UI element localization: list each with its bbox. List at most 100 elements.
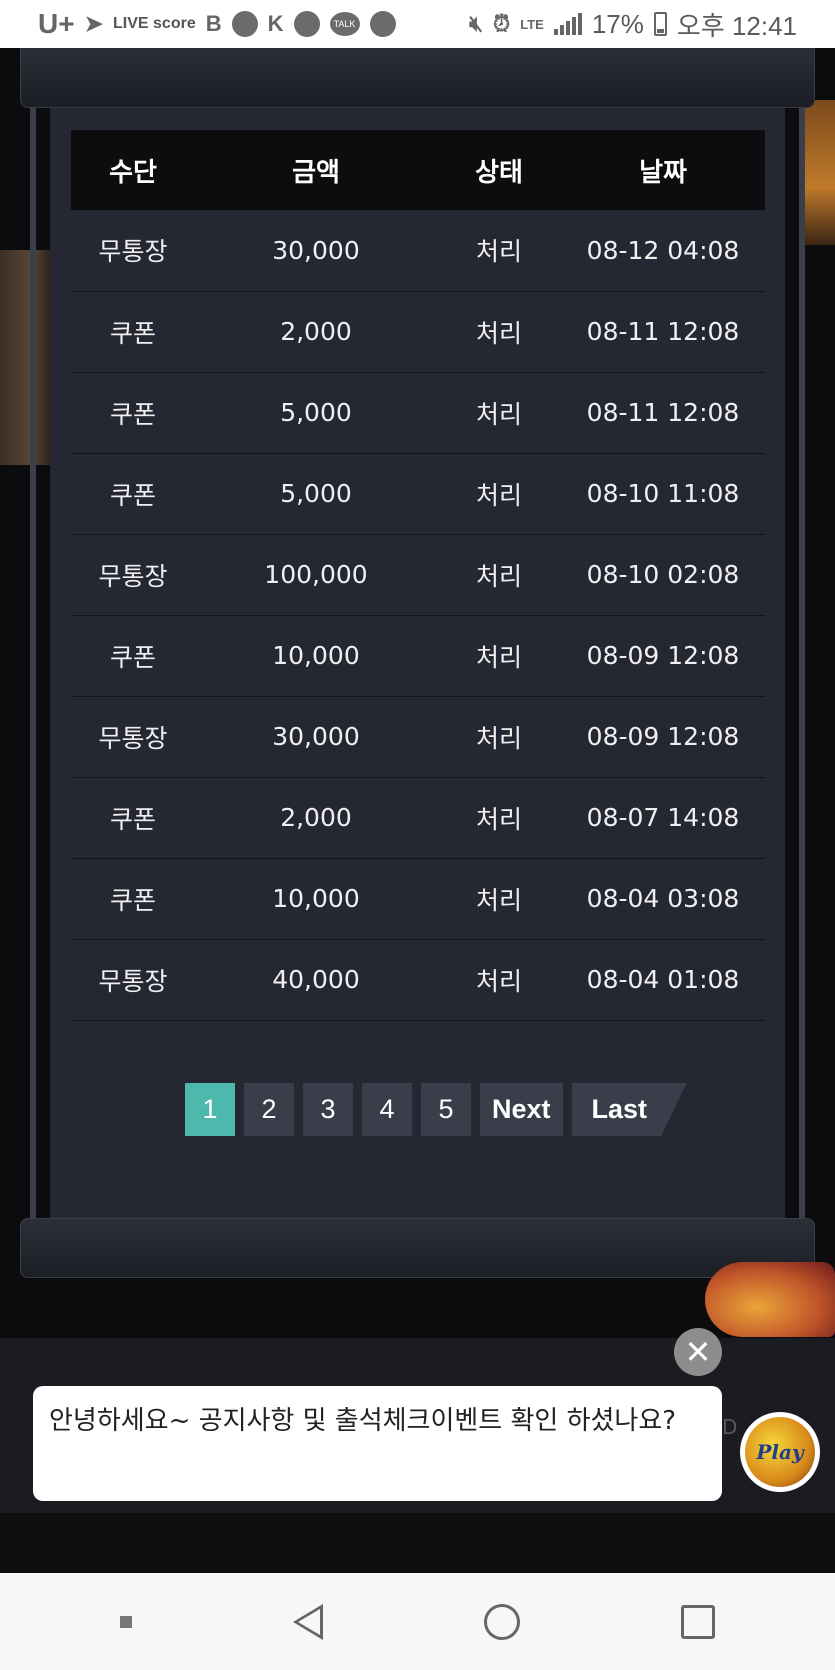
cell-status: 처리: [437, 210, 561, 292]
back-icon[interactable]: [293, 1603, 324, 1640]
cell-amount: 100,000: [195, 534, 437, 616]
lte-icon: LTE: [520, 16, 544, 32]
transaction-table: 수단 금액 상태 날짜 무통장 30,000 처리 08-12 04:08 쿠폰…: [71, 130, 765, 1021]
carrier-label: U+: [38, 8, 75, 39]
background-character-art: [0, 250, 52, 465]
battery-icon: [653, 12, 667, 36]
cell-status: 처리: [437, 372, 561, 454]
cell-amount: 30,000: [195, 696, 437, 778]
talk-icon: TALK: [329, 12, 360, 36]
cell-method: 쿠폰: [71, 453, 195, 535]
scroll-rail-right: [799, 108, 805, 1218]
cell-date: 08-10 11:08: [561, 453, 765, 535]
scroll-rail-left: [30, 108, 36, 1218]
cell-method: 쿠폰: [71, 777, 195, 859]
table-row: 쿠폰 2,000 처리 08-11 12:08: [71, 291, 765, 373]
page-button-5[interactable]: 5: [421, 1083, 471, 1136]
chat-message-bubble[interactable]: 안녕하세요~ 공지사항 및 출석체크이벤트 확인 하셨나요?: [33, 1386, 722, 1501]
table-row: 쿠폰 5,000 처리 08-10 11:08: [71, 453, 765, 535]
cell-date: 08-04 03:08: [561, 858, 765, 940]
mr-play-logo: Play: [745, 1417, 815, 1487]
table-row: 무통장 30,000 처리 08-09 12:08: [71, 696, 765, 778]
cell-date: 08-11 12:08: [561, 372, 765, 454]
page-button-1[interactable]: 1: [185, 1083, 235, 1136]
b-app-icon: B: [205, 11, 222, 36]
cell-amount: 2,000: [195, 777, 437, 859]
cell-date: 08-09 12:08: [561, 615, 765, 697]
obscured-text: D: [722, 1415, 738, 1439]
cell-amount: 5,000: [195, 372, 437, 454]
cell-status: 처리: [437, 858, 561, 940]
live-score-icon: LIVE score: [113, 15, 196, 32]
k-app-icon: K: [267, 11, 284, 36]
cell-amount: 10,000: [195, 615, 437, 697]
next-page-button[interactable]: Next: [480, 1083, 563, 1136]
table-row: 무통장 40,000 처리 08-04 01:08: [71, 939, 765, 1021]
cell-status: 처리: [437, 291, 561, 373]
history-panel: 수단 금액 상태 날짜 무통장 30,000 처리 08-12 04:08 쿠폰…: [50, 108, 785, 1218]
table-row: 쿠폰 10,000 처리 08-04 03:08: [71, 858, 765, 940]
column-header-amount: 금액: [195, 130, 437, 210]
cell-date: 08-12 04:08: [561, 210, 765, 292]
cell-method: 쿠폰: [71, 858, 195, 940]
home-icon[interactable]: [483, 1603, 520, 1640]
cell-amount: 40,000: [195, 939, 437, 1021]
telegram-icon: ➤: [84, 11, 104, 36]
sports-ball-icon: [231, 11, 258, 37]
mute-icon: 🔇︎: [469, 11, 484, 36]
cell-date: 08-04 01:08: [561, 939, 765, 1021]
chat-avatar-button[interactable]: Play: [740, 1412, 820, 1492]
last-page-button[interactable]: Last: [571, 1083, 687, 1136]
table-row: 쿠폰 5,000 처리 08-11 12:08: [71, 372, 765, 454]
cell-status: 처리: [437, 534, 561, 616]
column-header-method: 수단: [71, 130, 195, 210]
page-button-2[interactable]: 2: [244, 1083, 294, 1136]
status-bar: U+ ➤ LIVE score B K TALK 🔇︎ ⏰︎ LTE 17% 오…: [0, 0, 835, 48]
cell-date: 08-07 14:08: [561, 777, 765, 859]
scroll-roll-bottom: [20, 1218, 815, 1278]
cell-method: 무통장: [71, 939, 195, 1021]
status-bar-left: U+ ➤ LIVE score B K TALK: [38, 8, 396, 40]
nav-indicator-icon[interactable]: [120, 1615, 133, 1628]
chat-app-icon: [369, 11, 396, 37]
close-chat-button[interactable]: ✕: [674, 1328, 722, 1376]
scroll-roll-top: [20, 48, 815, 108]
table-row: 쿠폰 10,000 처리 08-09 12:08: [71, 615, 765, 697]
system-nav-bar: [0, 1573, 835, 1670]
cell-amount: 5,000: [195, 453, 437, 535]
column-header-status: 상태: [437, 130, 561, 210]
cell-status: 처리: [437, 453, 561, 535]
pagination: 1 2 3 4 5 Next Last: [185, 1083, 687, 1136]
cell-amount: 2,000: [195, 291, 437, 373]
page-button-3[interactable]: 3: [303, 1083, 353, 1136]
footer-banner: [0, 1513, 835, 1573]
column-header-date: 날짜: [561, 130, 765, 210]
clock: 오후 12:41: [676, 10, 797, 41]
mascot-character: [705, 1262, 835, 1337]
cell-status: 처리: [437, 696, 561, 778]
battery-percent: 17%: [591, 8, 644, 39]
cell-date: 08-09 12:08: [561, 696, 765, 778]
cell-date: 08-11 12:08: [561, 291, 765, 373]
table-row: 무통장 30,000 처리 08-12 04:08: [71, 210, 765, 292]
cell-method: 쿠폰: [71, 615, 195, 697]
status-bar-right: 🔇︎ ⏰︎ LTE 17% 오후 12:41: [469, 6, 797, 43]
recent-apps-icon[interactable]: [680, 1604, 715, 1639]
cell-method: 무통장: [71, 534, 195, 616]
page-button-4[interactable]: 4: [362, 1083, 412, 1136]
cell-amount: 30,000: [195, 210, 437, 292]
table-row: 쿠폰 2,000 처리 08-07 14:08: [71, 777, 765, 859]
alarm-icon: ⏰︎: [493, 11, 511, 36]
table-header-row: 수단 금액 상태 날짜: [71, 130, 765, 210]
cell-status: 처리: [437, 777, 561, 859]
table-row: 무통장 100,000 처리 08-10 02:08: [71, 534, 765, 616]
cell-method: 쿠폰: [71, 291, 195, 373]
cell-amount: 10,000: [195, 858, 437, 940]
cell-method: 무통장: [71, 210, 195, 292]
sports-ball-icon-2: [293, 11, 320, 37]
cell-status: 처리: [437, 939, 561, 1021]
cell-method: 무통장: [71, 696, 195, 778]
cell-date: 08-10 02:08: [561, 534, 765, 616]
signal-icon: [553, 13, 582, 35]
cell-method: 쿠폰: [71, 372, 195, 454]
